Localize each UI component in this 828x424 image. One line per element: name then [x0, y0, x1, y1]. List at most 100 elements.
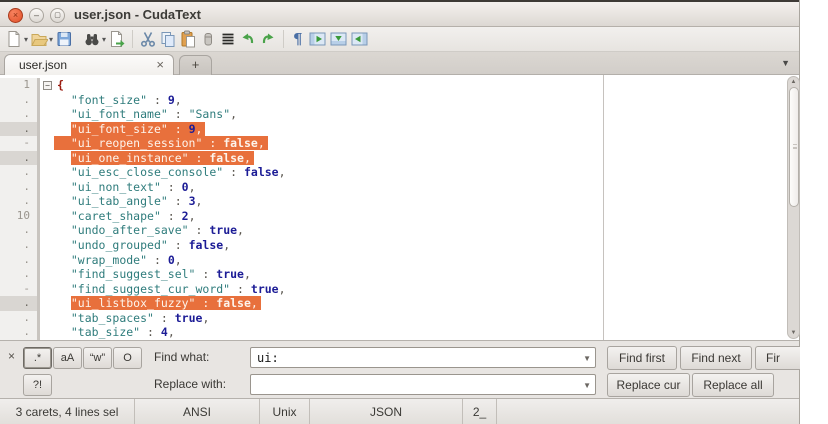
close-window-button[interactable]: × — [8, 8, 23, 23]
code-line[interactable]: . "find_suggest_sel" : true, — [0, 267, 603, 282]
code-line[interactable]: . "tab_size" : 4, — [0, 325, 603, 340]
gutter-cell[interactable]: . — [0, 194, 37, 209]
code-text: "ui_font_size" : 9, — [54, 121, 206, 137]
gutter-cell[interactable]: . — [0, 179, 37, 195]
gutter-cell[interactable]: - — [0, 281, 37, 297]
code-line[interactable]: . "ui_listbox_fuzzy" : false, — [0, 296, 603, 311]
cut-button[interactable] — [138, 28, 158, 50]
paste-button[interactable] — [178, 28, 198, 50]
new-file-button[interactable]: ▾ — [4, 28, 29, 50]
gutter-cell[interactable]: . — [0, 223, 37, 239]
gutter-cell[interactable]: . — [0, 252, 37, 268]
code-line[interactable]: . "ui_font_name" : "Sans", — [0, 107, 603, 122]
screen: × – ▢ user.json - CudaText ▾ ▾ ▾ ¶ user.… — [0, 0, 828, 424]
regex-option-button[interactable]: .* — [23, 347, 52, 369]
code-text: "find_suggest_sel" : true, — [54, 267, 251, 282]
scroll-down-icon[interactable]: ▼ — [788, 330, 799, 336]
status-encoding[interactable]: ANSI — [135, 399, 260, 424]
save-as-button[interactable] — [107, 28, 127, 50]
chevron-down-icon[interactable]: ▾ — [24, 35, 28, 44]
gutter-cell[interactable]: . — [0, 238, 37, 253]
find-panel-close-icon[interactable]: × — [8, 349, 15, 363]
case-option-button[interactable]: aA — [53, 347, 82, 369]
gutter-cell[interactable]: . — [0, 325, 37, 340]
show-invisibles-button[interactable]: ¶ — [289, 28, 307, 50]
code-line[interactable]: . "ui_tab_angle" : 3, — [0, 194, 603, 209]
scrollbar-grip — [792, 144, 797, 149]
open-file-button[interactable]: ▾ — [29, 28, 54, 50]
code-line[interactable]: . "font_size" : 9, — [0, 92, 603, 108]
token-punct: : — [195, 267, 217, 282]
tab-close-icon[interactable]: × — [156, 55, 164, 75]
fold-column — [37, 296, 54, 311]
delete-button[interactable] — [198, 28, 218, 50]
chevron-down-icon[interactable]: ▾ — [102, 35, 106, 44]
tab-list-dropdown-icon[interactable]: ▼ — [781, 58, 790, 68]
code-line[interactable]: . "undo_after_save" : true, — [0, 223, 603, 239]
wrapped-option-button[interactable]: O — [113, 347, 142, 369]
code-line[interactable]: . "ui_one_instance" : false, — [0, 150, 603, 166]
find-input[interactable] — [251, 348, 579, 367]
code-line[interactable]: 1−{ — [0, 78, 603, 93]
fold-collapse-icon[interactable]: − — [43, 80, 52, 90]
vertical-scrollbar[interactable]: ▲ ▼ — [787, 76, 800, 339]
code-line[interactable]: . "ui_font_size" : 9, — [0, 121, 603, 137]
scrollbar-thumb[interactable] — [788, 87, 799, 207]
redo-button[interactable] — [258, 28, 278, 50]
token-punct: : — [230, 281, 251, 296]
code-line[interactable]: . "undo_grouped" : false, — [0, 238, 603, 253]
code-line[interactable]: 10 "caret_shape" : 2, — [0, 208, 603, 224]
find-first-button[interactable]: Find first — [607, 346, 677, 370]
chevron-down-icon[interactable]: ▾ — [49, 35, 53, 44]
find-history-dropdown-icon[interactable]: ▼ — [583, 354, 591, 363]
titlebar: × – ▢ user.json - CudaText — [0, 0, 799, 27]
copy-button[interactable] — [158, 28, 178, 50]
find-all-button[interactable]: Fir — [755, 346, 800, 370]
gutter-cell[interactable]: 1 — [0, 78, 37, 93]
tab-user-json[interactable]: user.json × — [4, 54, 174, 75]
code-line[interactable]: . "wrap_mode" : 0, — [0, 252, 603, 268]
code-line[interactable]: . "ui_non_text" : 0, — [0, 179, 603, 195]
code-text: "ui_reopen_session" : false, — [45, 136, 268, 151]
toggle-side-panel-button[interactable] — [307, 28, 328, 50]
find-button[interactable]: ▾ — [82, 28, 107, 50]
gutter-cell[interactable]: . — [0, 92, 37, 108]
replace-input[interactable] — [251, 375, 579, 394]
status-line-ends[interactable]: Unix — [260, 399, 310, 424]
token-num: 2 — [181, 208, 189, 223]
undo-button[interactable] — [238, 28, 258, 50]
toggle-right-panel-button[interactable] — [349, 28, 370, 50]
token-str: "ui_font_size" — [70, 121, 168, 136]
confirm-replace-option-button[interactable]: ?! — [23, 374, 52, 396]
status-lexer[interactable]: JSON — [310, 399, 463, 424]
maximize-window-button[interactable]: ▢ — [50, 8, 65, 23]
code-editor[interactable]: 1−{. "font_size" : 9,. "ui_font_name" : … — [0, 75, 603, 340]
code-line[interactable]: . "ui_esc_close_console" : false, — [0, 165, 603, 180]
status-tab-size[interactable]: 2_ — [463, 399, 497, 424]
code-line[interactable]: - "find_suggest_cur_word" : true, — [0, 281, 603, 297]
gutter-cell[interactable]: . — [0, 107, 37, 122]
replace-current-button[interactable]: Replace cur — [607, 373, 690, 397]
gutter-cell[interactable]: . — [0, 296, 37, 311]
minimize-window-button[interactable]: – — [29, 8, 44, 23]
gutter-cell[interactable]: - — [0, 136, 37, 151]
gutter-cell[interactable]: 10 — [0, 208, 37, 224]
gutter-cell[interactable]: . — [0, 310, 37, 326]
toggle-bottom-panel-button[interactable] — [328, 28, 349, 50]
gutter-cell[interactable]: . — [0, 121, 37, 137]
select-all-button[interactable] — [218, 28, 238, 50]
gutter-cell[interactable]: . — [0, 267, 37, 282]
replace-history-dropdown-icon[interactable]: ▼ — [583, 381, 591, 390]
fold-column — [37, 325, 54, 340]
find-next-button[interactable]: Find next — [680, 346, 752, 370]
replace-all-button[interactable]: Replace all — [692, 373, 774, 397]
gutter-cell[interactable]: . — [0, 150, 37, 166]
new-tab-button[interactable]: + — [179, 55, 212, 75]
whole-words-option-button[interactable]: “w” — [83, 347, 112, 369]
code-line[interactable]: - "ui_reopen_session" : false, — [0, 136, 603, 151]
code-line[interactable]: . "tab_spaces" : true, — [0, 310, 603, 326]
gutter-cell[interactable]: . — [0, 165, 37, 180]
token-punct: : — [160, 208, 182, 223]
scroll-up-icon[interactable]: ▲ — [788, 79, 799, 85]
save-button[interactable] — [54, 28, 74, 50]
